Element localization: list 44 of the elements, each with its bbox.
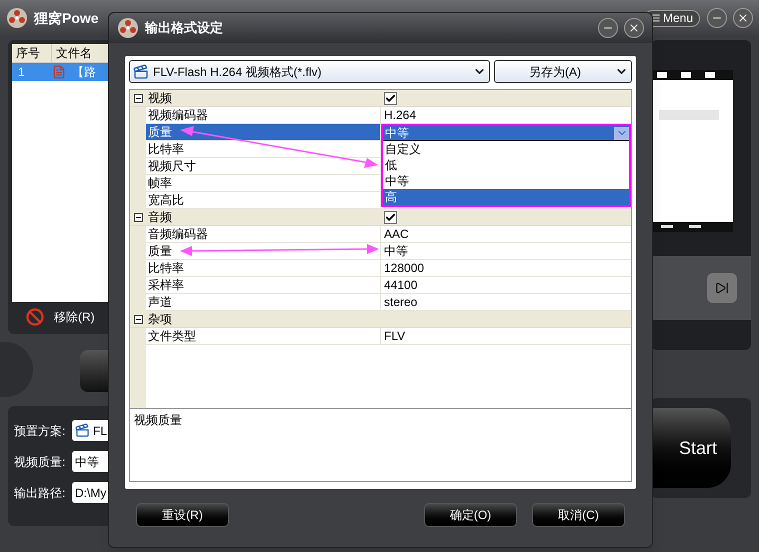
property-name[interactable]: 音频编码器 [146, 226, 381, 243]
category-label: 音频 [147, 209, 173, 225]
start-button[interactable]: Start [651, 408, 731, 488]
setting-label: 输出路径: [14, 484, 66, 502]
dropdown-field[interactable]: 中等 [383, 126, 629, 141]
property-name[interactable]: 采样率 [146, 277, 381, 294]
setting-value: FL [93, 422, 108, 440]
property-value: H.264 [383, 107, 418, 124]
property-name[interactable]: 质量 [146, 243, 381, 260]
dialog-button[interactable]: 取消(C) [532, 503, 625, 527]
format-value: FLV-Flash H.264 视频格式(*.flv) [153, 64, 322, 80]
property-value: stereo [383, 294, 418, 311]
setting-value: 中等 [75, 454, 99, 470]
description-text: 视频质量 [133, 412, 183, 429]
property-name[interactable]: 视频编码器 [146, 107, 381, 124]
setting-value: D:\My [75, 484, 106, 502]
category-label: 杂项 [147, 311, 173, 327]
format-dropdown[interactable]: FLV-Flash H.264 视频格式(*.flv) [129, 60, 490, 83]
app-title: 狸窝Powe [34, 8, 99, 28]
remove-button[interactable]: 移除(R) [54, 308, 95, 326]
window-title: 输出格式设定 [145, 19, 223, 38]
file-name: 【路 [72, 64, 96, 81]
dropdown-option[interactable]: 高 [383, 189, 629, 205]
dialog-button[interactable]: 确定(O) [424, 503, 517, 527]
setting-label: 视频质量: [14, 454, 66, 470]
row-index: 1 [17, 64, 26, 81]
property-name[interactable]: 比特率 [146, 260, 381, 277]
property-name[interactable]: 帧率 [146, 175, 381, 192]
dialog-button[interactable]: 重设(R) [136, 503, 229, 527]
column-header[interactable]: 序号 [12, 44, 52, 62]
property-value: AAC [383, 226, 410, 243]
property-name[interactable]: 宽高比 [146, 192, 381, 209]
dropdown-value: 中等 [384, 126, 409, 140]
property-name[interactable]: 比特率 [146, 141, 381, 158]
category-label: 视频 [147, 90, 173, 106]
property-name[interactable]: 声道 [146, 294, 381, 311]
setting-label: 预置方案: [14, 422, 66, 440]
property-value: 44100 [383, 277, 418, 294]
property-name[interactable]: 文件类型 [146, 328, 381, 345]
property-name[interactable]: 视频尺寸 [146, 158, 381, 175]
property-value: 128000 [383, 260, 426, 277]
property-value: FLV [383, 328, 406, 345]
property-name[interactable]: 质量 [146, 124, 381, 141]
property-value: 中等 [383, 243, 409, 260]
